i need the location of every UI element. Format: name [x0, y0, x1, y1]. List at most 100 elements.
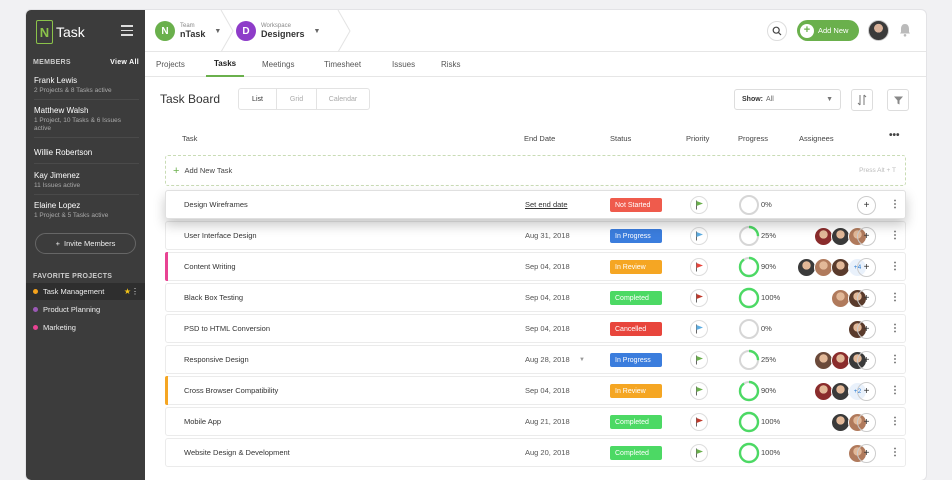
tab-meetings[interactable]: Meetings	[262, 52, 294, 77]
more-options-icon[interactable]: ⋮	[890, 346, 900, 373]
table-row[interactable]: Design Wireframes Set end date Not Start…	[165, 190, 906, 219]
table-row[interactable]: Black Box Testing Sep 04, 2018 Completed…	[165, 283, 906, 312]
columns-menu-icon[interactable]: •••	[889, 130, 900, 141]
priority-button[interactable]	[690, 413, 708, 431]
priority-button[interactable]	[690, 289, 708, 307]
task-name[interactable]: Cross Browser Compatibility	[184, 377, 278, 404]
tab-risks[interactable]: Risks	[441, 52, 461, 77]
priority-button[interactable]	[690, 227, 708, 245]
status-badge[interactable]: Completed	[610, 291, 662, 305]
column-header-assignees[interactable]: Assignees	[799, 134, 834, 143]
add-assignee-button[interactable]: +	[857, 320, 876, 339]
status-badge[interactable]: In Review	[610, 260, 662, 274]
more-options-icon[interactable]: ⋮	[890, 191, 900, 218]
tab-issues[interactable]: Issues	[392, 52, 415, 77]
more-options-icon[interactable]: ⋮	[890, 408, 900, 435]
member-item[interactable]: Elaine Lopez 1 Project & 5 Tasks active	[34, 201, 139, 224]
table-row[interactable]: Mobile App Aug 21, 2018 Completed 100% +…	[165, 407, 906, 436]
priority-button[interactable]	[690, 444, 708, 462]
more-options-icon[interactable]: ⋮	[890, 315, 900, 342]
task-end-date[interactable]: Sep 04, 2018	[525, 284, 570, 311]
table-row[interactable]: Content Writing Sep 04, 2018 In Review 9…	[165, 252, 906, 281]
tab-tasks[interactable]: Tasks	[206, 52, 245, 77]
bell-icon[interactable]	[899, 23, 911, 37]
add-assignee-button[interactable]: +	[857, 258, 876, 277]
task-end-date[interactable]: Aug 21, 2018	[525, 408, 570, 435]
add-assignee-button[interactable]: +	[857, 351, 876, 370]
add-assignee-button[interactable]: +	[857, 382, 876, 401]
member-item[interactable]: Willie Robertson	[34, 148, 139, 164]
task-end-date[interactable]: Aug 31, 2018	[525, 222, 570, 249]
more-options-icon[interactable]: ⋮	[890, 253, 900, 280]
task-end-date[interactable]: Set end date	[525, 191, 568, 218]
add-assignee-button[interactable]: +	[857, 227, 876, 246]
priority-button[interactable]	[690, 320, 708, 338]
invite-members-button[interactable]: + Invite Members	[35, 233, 136, 254]
column-header-end-date[interactable]: End Date	[524, 134, 555, 143]
workspace-selector[interactable]: D Workspace Designers ▼	[236, 10, 320, 52]
status-badge[interactable]: In Progress	[610, 353, 662, 367]
user-avatar[interactable]	[868, 20, 889, 41]
task-name[interactable]: Design Wireframes	[184, 191, 248, 218]
search-button[interactable]	[767, 21, 787, 41]
tab-timesheet[interactable]: Timesheet	[324, 52, 361, 77]
column-header-progress[interactable]: Progress	[738, 134, 768, 143]
task-name[interactable]: PSD to HTML Conversion	[184, 315, 270, 342]
more-options-icon[interactable]: ⋮	[890, 377, 900, 404]
status-badge[interactable]: Completed	[610, 415, 662, 429]
status-badge[interactable]: In Review	[610, 384, 662, 398]
more-options-icon[interactable]: ⋮	[131, 287, 139, 296]
more-options-icon[interactable]: ⋮	[890, 439, 900, 466]
more-options-icon[interactable]: ⋮	[890, 284, 900, 311]
show-filter-select[interactable]: Show: All ▼	[734, 89, 841, 110]
more-options-icon[interactable]: ⋮	[890, 222, 900, 249]
member-item[interactable]: Matthew Walsh 1 Project, 10 Tasks & 6 Is…	[34, 106, 139, 138]
table-row[interactable]: Website Design & Development Aug 20, 201…	[165, 438, 906, 467]
table-row[interactable]: Cross Browser Compatibility Sep 04, 2018…	[165, 376, 906, 405]
priority-button[interactable]	[690, 382, 708, 400]
chevron-down-icon[interactable]: ▼	[579, 346, 585, 373]
column-header-priority[interactable]: Priority	[686, 134, 709, 143]
hamburger-menu-icon[interactable]	[121, 25, 133, 36]
filter-button[interactable]	[887, 89, 909, 111]
task-name[interactable]: User Interface Design	[184, 222, 257, 249]
favorite-project-item[interactable]: Product Planning	[26, 301, 145, 318]
add-new-button[interactable]: + Add New	[797, 20, 859, 41]
status-badge[interactable]: In Progress	[610, 229, 662, 243]
member-item[interactable]: Frank Lewis 2 Projects & 8 Tasks active	[34, 76, 139, 100]
status-badge[interactable]: Completed	[610, 446, 662, 460]
add-assignee-button[interactable]: +	[857, 413, 876, 432]
task-end-date[interactable]: Sep 04, 2018	[525, 253, 570, 280]
priority-button[interactable]	[690, 258, 708, 276]
view-list-button[interactable]: List	[239, 89, 277, 109]
table-row[interactable]: Responsive Design Aug 28, 2018 ▼ In Prog…	[165, 345, 906, 374]
task-end-date[interactable]: Aug 28, 2018	[525, 346, 570, 373]
star-icon[interactable]: ★	[124, 287, 131, 296]
task-end-date[interactable]: Sep 04, 2018	[525, 377, 570, 404]
table-row[interactable]: User Interface Design Aug 31, 2018 In Pr…	[165, 221, 906, 250]
task-name[interactable]: Content Writing	[184, 253, 236, 280]
priority-button[interactable]	[690, 351, 708, 369]
app-logo[interactable]: N Task	[36, 20, 85, 44]
add-new-task-row[interactable]: + Add New Task Press Alt + T	[165, 155, 906, 186]
task-end-date[interactable]: Sep 04, 2018	[525, 315, 570, 342]
view-grid-button[interactable]: Grid	[277, 89, 317, 109]
favorite-project-item[interactable]: Task Management ★ ⋮	[26, 283, 145, 300]
task-name[interactable]: Website Design & Development	[184, 439, 290, 466]
view-all-link[interactable]: View All	[110, 59, 139, 66]
view-calendar-button[interactable]: Calendar	[317, 89, 369, 109]
add-assignee-button[interactable]: +	[857, 444, 876, 463]
add-assignee-button[interactable]: +	[857, 289, 876, 308]
tab-projects[interactable]: Projects	[156, 52, 185, 77]
member-item[interactable]: Kay Jimenez 11 Issues active	[34, 171, 139, 195]
add-assignee-button[interactable]: +	[857, 196, 876, 215]
favorite-project-item[interactable]: Marketing	[26, 319, 145, 336]
task-end-date[interactable]: Aug 20, 2018	[525, 439, 570, 466]
status-badge[interactable]: Not Started	[610, 198, 662, 212]
column-header-status[interactable]: Status	[610, 134, 631, 143]
task-name[interactable]: Mobile App	[184, 408, 221, 435]
status-badge[interactable]: Cancelled	[610, 322, 662, 336]
column-header-task[interactable]: Task	[182, 134, 197, 143]
sort-button[interactable]	[851, 89, 873, 111]
team-selector[interactable]: N Team nTask ▼	[155, 10, 221, 52]
